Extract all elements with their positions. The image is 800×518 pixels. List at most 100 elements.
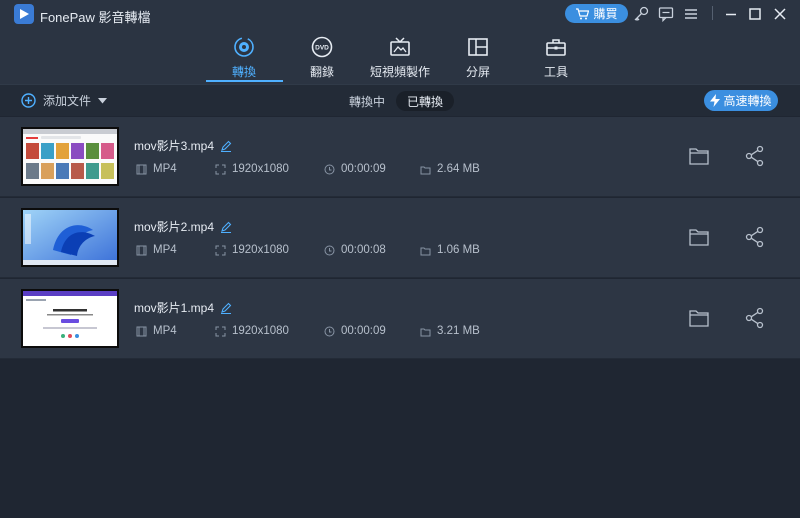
folder-small-icon	[420, 328, 431, 336]
tab-label: 翻錄	[309, 65, 334, 79]
toolbox-icon	[546, 39, 566, 56]
file-format: MP4	[136, 325, 177, 337]
size-value: 1.06 MB	[437, 244, 480, 256]
file-format: MP4	[136, 163, 177, 175]
file-format: MP4	[136, 244, 177, 256]
file-duration: 00:00:09	[324, 163, 386, 175]
toolbar: 添加文件 轉換中 已轉換 高速轉換	[0, 84, 800, 116]
feedback-icon[interactable]	[657, 5, 675, 23]
duration-value: 00:00:08	[341, 244, 386, 256]
film-icon	[136, 164, 147, 174]
cart-icon	[576, 7, 590, 19]
add-file-button[interactable]: 添加文件	[21, 92, 108, 109]
app-title: FonePaw 影音轉檔	[40, 10, 151, 25]
titlebar-divider	[712, 6, 713, 20]
file-name: mov影片1.mp4	[134, 299, 232, 316]
open-folder-icon[interactable]	[688, 145, 710, 167]
format-value: MP4	[153, 244, 177, 256]
file-size: 2.64 MB	[420, 163, 480, 175]
duration-value: 00:00:09	[341, 163, 386, 175]
file-row[interactable]: mov影片2.mp4 MP4 1920x1080 00:00:08 1.06 M…	[0, 198, 800, 278]
folder-small-icon	[420, 247, 431, 255]
format-value: MP4	[153, 163, 177, 175]
file-size: 3.21 MB	[420, 325, 480, 337]
svg-text:DVD: DVD	[315, 45, 329, 52]
conversion-status-toggle: 轉換中 已轉換	[338, 91, 455, 111]
lightning-icon	[710, 94, 721, 107]
tab-tools[interactable]: 工具	[518, 36, 594, 82]
buy-button[interactable]: 購買	[565, 4, 628, 23]
dvd-icon: DVD	[311, 36, 333, 58]
file-name-text: mov影片1.mp4	[134, 301, 215, 315]
fast-convert-label: 高速轉換	[723, 94, 772, 108]
tab-split-screen[interactable]: 分屏	[440, 36, 516, 82]
add-file-label: 添加文件	[43, 94, 92, 108]
share-icon[interactable]	[744, 145, 766, 167]
file-duration: 00:00:09	[324, 325, 386, 337]
file-row[interactable]: mov影片1.mp4 MP4 1920x1080 00:00:09 3.21 M…	[0, 279, 800, 359]
file-name-text: mov影片3.mp4	[134, 139, 215, 153]
app-logo-icon	[14, 4, 34, 24]
tab-rip[interactable]: DVD 翻錄	[284, 36, 360, 82]
minimize-icon[interactable]	[722, 5, 740, 23]
key-icon[interactable]	[632, 5, 650, 23]
size-value: 2.64 MB	[437, 163, 480, 175]
convert-icon	[234, 37, 254, 57]
file-name: mov影片3.mp4	[134, 137, 232, 154]
file-resolution: 1920x1080	[215, 325, 289, 337]
duration-value: 00:00:09	[341, 325, 386, 337]
open-folder-icon[interactable]	[688, 226, 710, 248]
segment-converted[interactable]: 已轉換	[396, 91, 455, 111]
split-screen-icon	[468, 38, 488, 56]
open-folder-icon[interactable]	[688, 307, 710, 329]
edit-pencil-icon[interactable]	[220, 221, 232, 233]
segment-converting[interactable]: 轉換中	[338, 91, 396, 111]
clock-icon	[324, 326, 335, 336]
video-thumbnail[interactable]	[21, 127, 119, 186]
size-value: 3.21 MB	[437, 325, 480, 337]
resolution-value: 1920x1080	[232, 163, 289, 175]
chevron-down-icon[interactable]	[98, 97, 108, 104]
folder-small-icon	[420, 166, 431, 174]
tab-label: 短視頻製作	[369, 65, 430, 79]
video-thumbnail[interactable]	[21, 289, 119, 348]
format-value: MP4	[153, 325, 177, 337]
fast-convert-button[interactable]: 高速轉換	[704, 90, 778, 111]
menu-icon[interactable]	[682, 5, 700, 23]
file-name-text: mov影片2.mp4	[134, 220, 215, 234]
tab-label: 分屏	[465, 65, 490, 79]
video-thumbnail[interactable]	[21, 208, 119, 267]
tab-label: 轉換	[231, 65, 256, 79]
segment-label: 轉換中	[349, 94, 386, 109]
file-name: mov影片2.mp4	[134, 218, 232, 235]
resolution-icon	[215, 245, 226, 255]
tab-short-video[interactable]: 短視頻製作	[362, 36, 438, 82]
tab-label: 工具	[543, 65, 568, 79]
film-icon	[136, 326, 147, 336]
title-bar: FonePaw 影音轉檔 購買	[0, 0, 800, 28]
file-resolution: 1920x1080	[215, 244, 289, 256]
tv-icon	[390, 37, 410, 56]
clock-icon	[324, 164, 335, 174]
film-icon	[136, 245, 147, 255]
resolution-value: 1920x1080	[232, 325, 289, 337]
tab-convert[interactable]: 轉換	[206, 36, 282, 82]
edit-pencil-icon[interactable]	[220, 302, 232, 314]
resolution-icon	[215, 326, 226, 336]
main-nav: 轉換 DVD 翻錄 短視頻製作 分屏 工具	[0, 28, 800, 84]
maximize-icon[interactable]	[746, 5, 764, 23]
close-icon[interactable]	[771, 5, 789, 23]
share-icon[interactable]	[744, 307, 766, 329]
active-tab-indicator	[206, 80, 283, 82]
add-circle-icon	[21, 93, 36, 108]
resolution-value: 1920x1080	[232, 244, 289, 256]
edit-pencil-icon[interactable]	[220, 140, 232, 152]
resolution-icon	[215, 164, 226, 174]
file-row[interactable]: mov影片3.mp4 MP4 1920x1080 00:00:09 2.64 M…	[0, 117, 800, 197]
buy-label: 購買	[593, 7, 618, 21]
file-size: 1.06 MB	[420, 244, 480, 256]
file-resolution: 1920x1080	[215, 163, 289, 175]
share-icon[interactable]	[744, 226, 766, 248]
segment-label: 已轉換	[407, 94, 444, 109]
clock-icon	[324, 245, 335, 255]
